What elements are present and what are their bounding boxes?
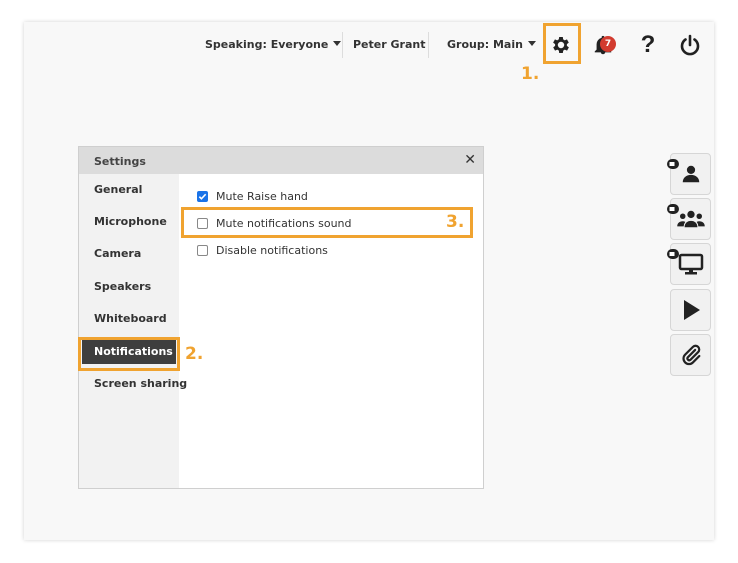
screen-share-button[interactable] [667,243,711,285]
group-camera-button[interactable] [667,198,711,240]
highlight-settings [543,23,581,64]
step-1-label: 1. [521,64,540,84]
caret-down-icon [333,41,342,46]
play-icon [683,300,700,320]
settings-sidebar: General Microphone Camera Speakers White… [79,174,187,488]
checkmark-icon [198,193,207,200]
sidebar-item-speakers[interactable]: Speakers [82,275,176,299]
close-button[interactable]: ✕ [464,152,476,168]
dialog-title: Settings [94,155,146,168]
attachments-button[interactable] [670,334,711,376]
help-button[interactable]: ? [633,30,663,60]
highlight-notifications [78,337,180,371]
notification-count-badge: 7 [600,36,616,52]
option-mute-raise-hand[interactable]: Mute Raise hand [197,190,308,203]
checkbox-unchecked[interactable] [197,245,208,256]
sidebar-item-whiteboard[interactable]: Whiteboard [82,307,176,331]
speaking-dropdown[interactable]: Speaking: Everyone [205,38,342,51]
sidebar-item-camera[interactable]: Camera [82,242,176,266]
top-bar: Speaking: Everyone Peter Grant Group: Ma… [24,22,714,70]
dialog-header: Settings ✕ [79,147,483,174]
video-badge-icon [667,249,679,259]
option-disable-notifications[interactable]: Disable notifications [197,244,328,257]
option-label: Mute Raise hand [216,190,308,203]
user-icon [682,165,699,183]
highlight-mute-sound [181,207,473,238]
user-name: Peter Grant [353,38,426,51]
sidebar-item-general[interactable]: General [82,178,176,202]
checkbox-checked[interactable] [197,191,208,202]
participant-camera-button[interactable] [667,153,711,195]
video-badge-icon [667,159,679,169]
paperclip-icon [681,344,700,366]
step-3-label: 3. [446,212,465,232]
group-dropdown[interactable]: Group: Main [447,38,536,51]
leave-button[interactable] [675,30,705,60]
sidebar-item-screen-sharing[interactable]: Screen sharing [82,372,187,396]
divider [428,32,429,58]
settings-dialog: Settings ✕ General Microphone Camera Spe… [78,146,484,489]
sidebar-item-microphone[interactable]: Microphone [82,210,176,234]
step-2-label: 2. [185,344,204,364]
power-icon [680,34,700,56]
group-label: Group: Main [447,38,523,51]
question-icon: ? [640,31,656,58]
video-badge-icon [667,204,679,214]
monitor-icon [678,253,703,275]
users-icon [676,210,705,228]
speaking-label: Speaking: Everyone [205,38,329,51]
caret-down-icon [527,41,536,46]
media-player-button[interactable] [670,289,711,331]
option-label: Disable notifications [216,244,328,257]
divider [342,32,343,58]
